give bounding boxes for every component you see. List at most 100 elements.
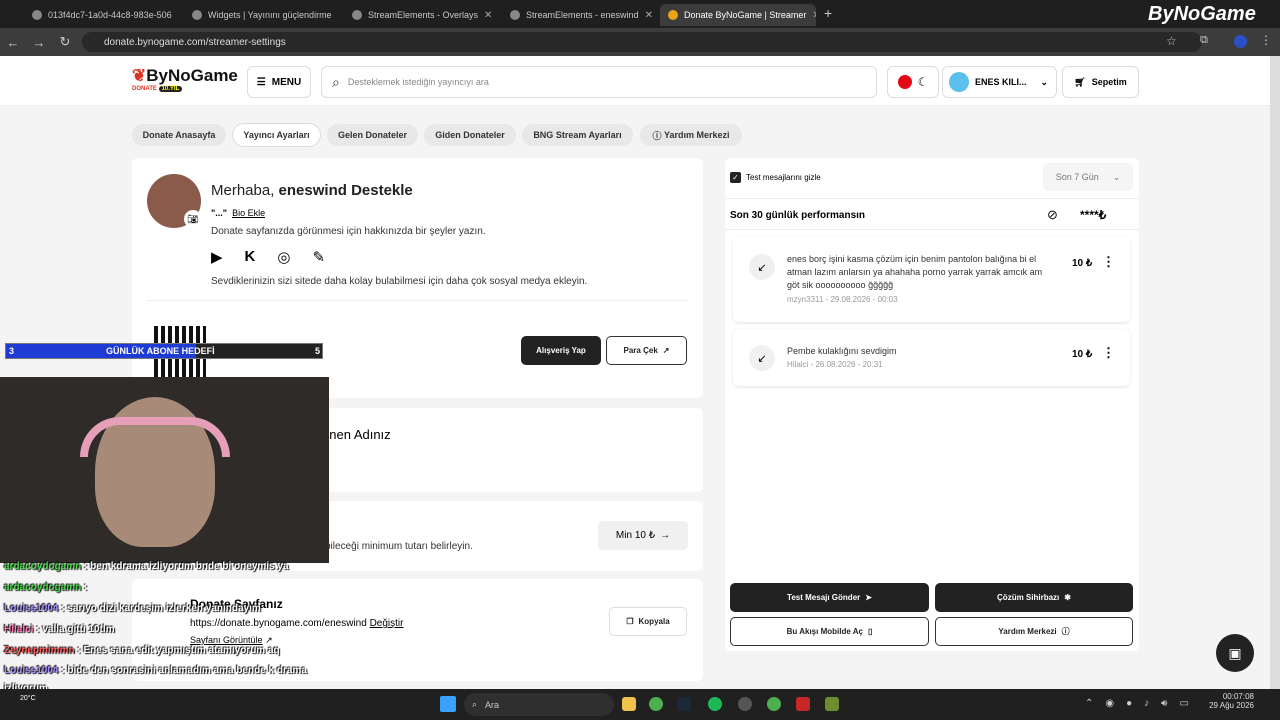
turkey-flag-icon[interactable] xyxy=(897,75,912,89)
chrome-active-icon[interactable] xyxy=(767,697,781,711)
shop-button[interactable]: Alışveriş Yap xyxy=(521,336,601,365)
close-icon[interactable]: ✕ xyxy=(645,10,653,21)
open-mobile-button[interactable]: Bu Akışı Mobilde Aç ▯ xyxy=(730,617,929,646)
taskbar-search-label: Ara xyxy=(485,699,500,710)
min-amount-button[interactable]: Min 10 ₺ → xyxy=(598,521,688,550)
hide-test-checkbox[interactable]: ✓ xyxy=(730,172,741,183)
kick-icon[interactable]: K xyxy=(245,248,256,266)
tray-chevron-icon[interactable]: ⌃ xyxy=(1085,698,1093,709)
start-icon[interactable] xyxy=(440,696,456,712)
volume-icon[interactable]: 🔊︎ xyxy=(1161,698,1167,709)
tab-outgoing-donates[interactable]: Giden Donateler xyxy=(424,124,516,146)
url-input[interactable]: donate.bynogame.com/streamer-settings xyxy=(82,32,1202,52)
tab-donate-home[interactable]: Donate Anasayfa xyxy=(132,124,226,146)
spotify-icon[interactable] xyxy=(708,697,722,711)
help-center-button[interactable]: Yardım Merkezi ⓘ xyxy=(935,617,1133,646)
discord-icon[interactable]: ◉ xyxy=(1105,698,1114,709)
hide-test-label: Test mesajlarını gizle xyxy=(746,173,821,182)
forward-icon[interactable]: → xyxy=(26,35,52,50)
search-icon: ⌕ xyxy=(472,699,478,709)
bio-add-link[interactable]: Bio Ekle xyxy=(232,208,265,218)
tab-title: 013f4dc7-1a0d-44c8-983e-506 xyxy=(48,10,172,20)
obs-icon[interactable] xyxy=(738,697,752,711)
app-red-icon[interactable] xyxy=(796,697,810,711)
wizard-label: Çözüm Sihirbazı xyxy=(997,593,1060,602)
microphone-icon[interactable]: ♪ xyxy=(1144,698,1149,709)
extensions-icon[interactable]: ⧉ xyxy=(1200,34,1208,47)
browser-tab[interactable]: Widgets | Yayınını güçlendirme✕ xyxy=(184,4,336,26)
locale-theme-toggle[interactable]: ☾ xyxy=(887,66,939,98)
cart-button[interactable]: 🛒︎ Sepetim xyxy=(1062,66,1139,98)
webcam-overlay xyxy=(0,377,329,563)
browser-tab-active[interactable]: Donate ByNoGame | Streamer ✕ xyxy=(660,4,816,26)
help-circle-icon: ⓘ xyxy=(1061,627,1070,636)
network-icon[interactable]: ▭ xyxy=(1179,698,1188,709)
chat-message: Louiss1004 : sarıyo dizi kardeşim izlerk… xyxy=(4,603,261,614)
camera-icon[interactable]: 📷︎ xyxy=(184,210,202,228)
donation-item[interactable]: ↙ Pembe kulaklığını sevdigim Hilalci - 2… xyxy=(733,329,1130,386)
tab-title: StreamElements - eneswind xyxy=(526,10,639,20)
steam-icon[interactable] xyxy=(677,697,691,711)
tab-bng-stream-settings[interactable]: BNG Stream Ayarları xyxy=(522,124,633,146)
profile-card: 📷︎ Merhaba, eneswind Destekle "..." Bio … xyxy=(132,158,703,398)
solution-wizard-button[interactable]: Çözüm Sihirbazı ✱ xyxy=(935,583,1133,612)
scrollbar[interactable] xyxy=(1270,56,1280,689)
send-test-message-button[interactable]: Test Mesajı Gönder ➤ xyxy=(730,583,929,612)
social-icons: ▶ K ◎ ✎ xyxy=(211,248,325,266)
profile-avatar-icon[interactable] xyxy=(1234,35,1247,48)
new-tab-button[interactable]: + xyxy=(824,5,832,21)
donation-user: Hilalci xyxy=(787,360,809,369)
taskbar-search-input[interactable]: ⌕ Ara xyxy=(464,693,614,716)
tab-favicon-icon xyxy=(32,10,42,20)
more-options-icon[interactable]: ⋮ xyxy=(1102,345,1115,361)
bookmark-star-icon[interactable]: ☆ xyxy=(1166,34,1177,48)
spotify-tray-icon[interactable]: ● xyxy=(1126,698,1132,709)
chrome-icon[interactable] xyxy=(649,697,663,711)
user-menu-button[interactable]: ENES KILI... ⌄ xyxy=(942,66,1057,98)
donation-item[interactable]: ↙ enes borç işini kasma çözüm için benim… xyxy=(733,237,1130,322)
tab-incoming-donates[interactable]: Gelen Donateler xyxy=(327,124,418,146)
moon-icon[interactable]: ☾ xyxy=(918,75,929,89)
clock[interactable]: 00:07:08 29 Ağu 2026 xyxy=(1200,692,1254,710)
profile-name: eneswind Destekle xyxy=(278,182,413,199)
chat-text: : Enes sana edit yapmıştım atamıyorum aq xyxy=(77,645,280,656)
bio-hint: Donate sayfanızda görünmesi için hakkını… xyxy=(211,226,486,237)
browser-tab[interactable]: StreamElements - Overlays ✕ xyxy=(344,4,496,26)
edit-pencil-icon[interactable]: ✎ xyxy=(312,248,325,266)
copy-button[interactable]: ❐ Kopyala xyxy=(609,607,687,636)
search-input[interactable]: ⌕ Desteklemek istediğin yayıncıyı ara xyxy=(321,66,877,98)
browser-menu-icon[interactable]: ⋮ xyxy=(1260,33,1272,47)
close-icon[interactable]: ✕ xyxy=(484,10,492,21)
social-hint: Sevdiklerinizin sizi sitede daha kolay b… xyxy=(211,276,588,287)
browser-tab[interactable]: StreamElements - eneswind ✕ xyxy=(502,4,654,26)
eye-off-icon[interactable]: ⊘ xyxy=(1047,207,1058,223)
youtube-icon[interactable]: ▶ xyxy=(211,248,223,266)
browser-tab[interactable]: 013f4dc7-1a0d-44c8-983e-506✕ xyxy=(24,4,176,26)
back-icon[interactable]: ← xyxy=(0,35,26,50)
chat-text: : bide den sonrasini anlamadım ama bende… xyxy=(61,665,307,676)
arrow-down-left-icon: ↙ xyxy=(749,254,775,280)
tab-streamer-settings[interactable]: Yayıncı Ayarları xyxy=(233,124,320,146)
tab-title: StreamElements - Overlays xyxy=(368,10,479,20)
app-green-icon[interactable] xyxy=(825,697,839,711)
bio-quote: "..." xyxy=(211,208,228,218)
period-select[interactable]: Son 7 Gün ⌄ xyxy=(1043,163,1133,191)
site-logo[interactable]: ❦ByNoGame DONATE 10.YIL xyxy=(132,66,238,92)
performance-value: ****₺ xyxy=(1080,208,1107,222)
chat-support-button[interactable]: ▣ xyxy=(1216,634,1254,672)
tab-help-center[interactable]: ⓘ Yardım Merkezi xyxy=(640,124,742,146)
greeting: Merhaba, xyxy=(211,182,275,199)
weather-widget[interactable]: 20°C xyxy=(20,695,36,702)
donation-amount: 10 ₺ xyxy=(1072,258,1093,269)
windows-taskbar: ⌕ Ara ⌃ ◉ ● ♪ 🔊︎ ▭ 00:07:08 29 Ağu 2026 xyxy=(0,689,1280,720)
more-options-icon[interactable]: ⋮ xyxy=(1102,254,1115,270)
close-icon[interactable]: ✕ xyxy=(812,10,816,21)
reload-icon[interactable]: ↻ xyxy=(52,34,78,50)
instagram-icon[interactable]: ◎ xyxy=(277,248,290,266)
copy-icon: ❐ xyxy=(626,617,634,626)
change-url-link[interactable]: Değiştir xyxy=(370,618,404,629)
external-link-icon: ↗ xyxy=(265,635,273,645)
withdraw-button[interactable]: Para Çek ↗ xyxy=(606,336,687,365)
file-explorer-icon[interactable] xyxy=(622,697,636,711)
menu-button[interactable]: ☰ MENU xyxy=(247,66,311,98)
